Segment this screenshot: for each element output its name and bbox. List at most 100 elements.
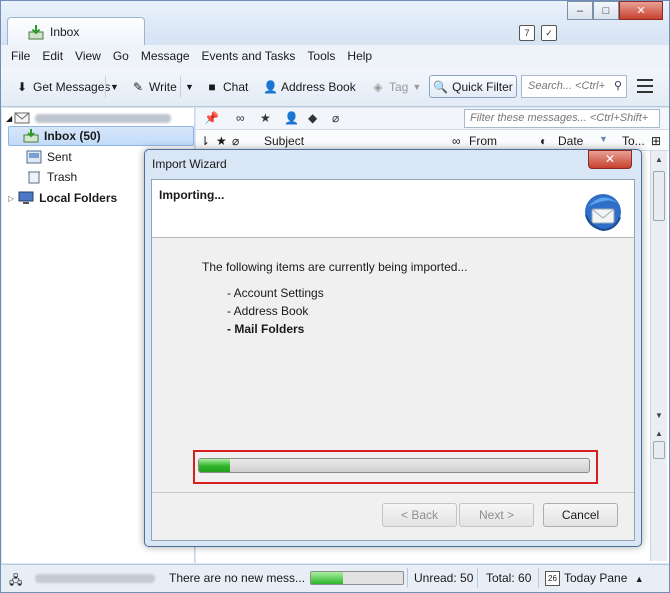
inbox-folder-icon (23, 129, 39, 143)
total-count: Total: 60 (486, 571, 532, 585)
column-subject[interactable]: Subject (264, 134, 304, 148)
scroll-up-icon[interactable]: ▲ (651, 153, 667, 167)
menu-message[interactable]: Message (141, 49, 196, 63)
minimize-button[interactable]: – (567, 1, 593, 20)
write-button[interactable]: ✎ Write (127, 76, 181, 98)
menu-edit[interactable]: Edit (42, 49, 69, 63)
magnifier-icon: 🔍 (433, 79, 449, 94)
read-column-icon[interactable]: ∞ (452, 134, 461, 148)
dialog-footer: < Back Next > Cancel (152, 492, 634, 540)
expand-icon[interactable]: ▷ (8, 194, 14, 203)
search-placeholder: Search... <Ctrl+ (528, 80, 606, 92)
collapse-icon[interactable]: ◢ (6, 114, 12, 123)
message-list-scrollbar[interactable]: ▲ ▼ ▲ (650, 151, 667, 561)
attachment-filter-icon[interactable]: ⌀ (332, 111, 339, 125)
title-bar: Inbox 7 ✓ – □ ✕ (1, 1, 669, 45)
tag-filter-icon[interactable]: ◆ (308, 111, 317, 125)
unread-filter-icon[interactable]: ∞ (236, 111, 245, 125)
contact-filter-icon[interactable]: 👤 (284, 111, 299, 125)
menu-bar: File Edit View Go Message Events and Tas… (1, 45, 669, 67)
scrollbar-thumb-top[interactable] (653, 171, 665, 221)
column-header: ⇂ ★ ⌀ Subject ∞ From ◐ Date ▼ To... ⊞ (196, 131, 669, 151)
import-item-address-book: - Address Book (227, 304, 309, 318)
dialog-title: Import Wizard (152, 157, 227, 171)
next-button[interactable]: Next > (459, 503, 534, 527)
status-progress-bar (310, 571, 404, 585)
chat-label: Chat (223, 80, 249, 94)
online-status-icon[interactable]: 🖧 (9, 571, 22, 592)
menu-view[interactable]: View (75, 49, 107, 63)
main-toolbar: ⬇ Get Messages ▼ ✎ Write ▼ ■ Chat 👤 Addr… (1, 67, 669, 107)
folder-inbox[interactable]: Inbox (50) (8, 126, 194, 146)
import-item-account-settings: - Account Settings (227, 286, 324, 300)
star-column-icon[interactable]: ★ (216, 134, 227, 148)
scroll-down-icon[interactable]: ▼ (651, 409, 667, 423)
import-item-mail-folders: - Mail Folders (227, 322, 305, 336)
starred-filter-icon[interactable]: ★ (260, 111, 271, 125)
dialog-body: The following items are currently being … (152, 239, 634, 492)
tasks-tab-icon[interactable]: ✓ (541, 25, 557, 41)
account-row[interactable]: ◢ (2, 108, 195, 128)
column-from[interactable]: From (469, 134, 497, 148)
column-date[interactable]: Date (558, 134, 583, 148)
status-message: There are no new mess... (169, 571, 306, 585)
quick-filter-button[interactable]: 🔍 Quick Filter (429, 75, 517, 98)
write-dropdown[interactable]: ▼ (180, 76, 198, 98)
pin-icon[interactable]: 📌 (204, 111, 219, 125)
cancel-button[interactable]: Cancel (543, 503, 618, 527)
trash-icon (28, 171, 40, 184)
today-pane-toggle[interactable]: 26 Today Pane ▲ (545, 571, 644, 587)
address-book-button[interactable]: 👤 Address Book (259, 76, 360, 98)
today-pane-label: Today Pane (564, 571, 628, 585)
menu-help[interactable]: Help (347, 49, 378, 63)
account-icon (14, 112, 30, 124)
maximize-button[interactable]: □ (593, 1, 619, 20)
back-button[interactable]: < Back (382, 503, 457, 527)
person-icon: 👤 (263, 80, 278, 94)
tag-button[interactable]: ◈ Tag ▼ (367, 76, 425, 98)
tab-inbox[interactable]: Inbox (7, 17, 145, 45)
column-picker-icon[interactable]: ⊞ (651, 134, 661, 148)
thread-column-icon[interactable]: ⇂ (200, 134, 210, 148)
search-input[interactable]: Search... <Ctrl+ ⚲ (521, 75, 627, 98)
chevron-down-icon: ▼ (412, 82, 422, 92)
app-menu-icon[interactable] (637, 79, 653, 93)
filter-messages-placeholder: Filter these messages... <Ctrl+Shift+ (470, 112, 649, 124)
scroll-up-icon-lower[interactable]: ▲ (651, 427, 667, 441)
account-name-redacted (35, 113, 172, 123)
calendar-tab-icon[interactable]: 7 (519, 25, 535, 41)
get-messages-button[interactable]: ⬇ Get Messages (11, 76, 114, 98)
status-divider (407, 568, 408, 588)
quick-filter-label: Quick Filter (452, 79, 513, 94)
status-progress-fill (311, 572, 344, 584)
chat-button[interactable]: ■ Chat (201, 76, 252, 98)
menu-tools[interactable]: Tools (307, 49, 341, 63)
folder-sent-label: Sent (47, 150, 72, 164)
chevron-up-icon: ▲ (634, 574, 644, 584)
get-messages-dropdown[interactable]: ▼ (105, 76, 123, 98)
dialog-close-button[interactable]: ✕ (588, 150, 632, 169)
column-to[interactable]: To... (622, 134, 645, 148)
dialog-content: Importing... The following items are cur… (151, 179, 635, 541)
folder-trash-label: Trash (47, 170, 78, 184)
status-account-redacted (35, 571, 155, 585)
sort-down-icon: ▼ (599, 134, 608, 144)
scrollbar-thumb-lower[interactable] (653, 441, 665, 459)
menu-file[interactable]: File (11, 49, 36, 63)
window-controls: – □ ✕ (567, 1, 663, 20)
attachment-column-icon[interactable]: ⌀ (232, 134, 239, 148)
sent-folder-icon (26, 150, 42, 164)
close-button[interactable]: ✕ (619, 1, 663, 20)
status-divider (477, 568, 478, 588)
import-progress-bar (198, 458, 590, 473)
menu-go[interactable]: Go (113, 49, 135, 63)
tag-icon: ◈ (373, 80, 383, 94)
calendar-icon: 26 (545, 571, 560, 587)
filter-messages-input[interactable]: Filter these messages... <Ctrl+Shift+ (464, 109, 660, 128)
status-bar: 🖧 There are no new mess... Unread: 50 To… (1, 564, 669, 592)
menu-events-and-tasks[interactable]: Events and Tasks (202, 49, 302, 63)
unread-count: Unread: 50 (414, 571, 474, 585)
address-book-label: Address Book (281, 80, 356, 94)
folder-inbox-label: Inbox (50) (44, 129, 101, 143)
junk-column-icon[interactable]: ◐ (540, 134, 547, 148)
